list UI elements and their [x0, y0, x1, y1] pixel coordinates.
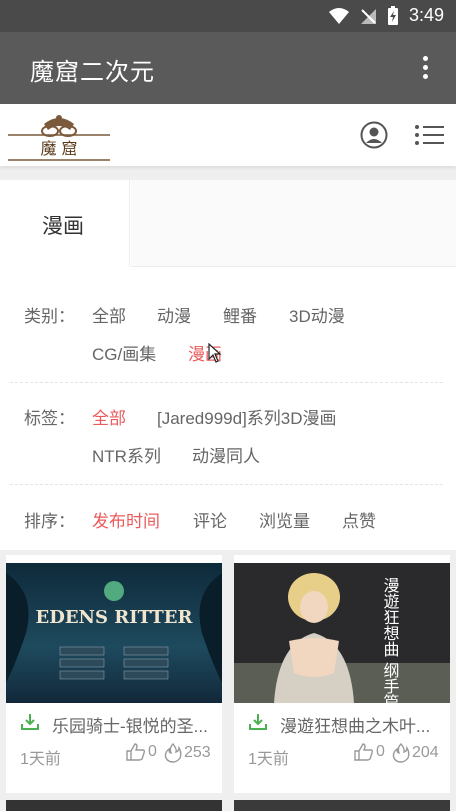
svg-text:EDENS RITTER: EDENS RITTER: [36, 607, 194, 628]
filter-panel: 漫画 类别： 全部 动漫 鲤番 3D动漫 CG/画集 漫画 标签： 全部 [Ja…: [0, 180, 456, 550]
card-title[interactable]: 漫遊狂想曲之木叶...: [280, 712, 430, 737]
card-likes[interactable]: 0: [354, 743, 385, 761]
likes-count: 0: [376, 743, 385, 760]
card-views: 253: [164, 743, 211, 763]
tag-option-active[interactable]: 全部: [92, 404, 126, 429]
list-menu-icon[interactable]: [414, 123, 444, 147]
flame-icon: [392, 743, 410, 763]
category-option[interactable]: 动漫: [157, 302, 191, 327]
sort-option[interactable]: 评论: [193, 507, 227, 532]
status-icons: 3:49: [328, 5, 444, 26]
card-time: 1天前: [248, 751, 289, 768]
app-bar: 魔窟二次元: [0, 32, 456, 104]
sort-label: 排序：: [24, 512, 75, 531]
card-thumbnail-partial[interactable]: [234, 800, 450, 811]
category-option[interactable]: 3D动漫: [289, 302, 345, 327]
overflow-menu-icon[interactable]: [420, 56, 430, 80]
video-card[interactable]: EDENS RITTER 乐园骑士-银悦的圣... 1天前 0 253: [6, 555, 222, 793]
card-title-row[interactable]: 乐园骑士-银悦的圣...: [20, 710, 216, 736]
views-count: 253: [184, 744, 211, 761]
category-option[interactable]: 全部: [92, 302, 126, 327]
site-header: 魔 窟: [0, 104, 456, 166]
tab-label: 漫画: [42, 215, 84, 238]
battery-charging-icon: [387, 5, 398, 25]
user-account-icon[interactable]: [360, 121, 388, 149]
thumbs-up-icon: [354, 743, 374, 761]
tag-option[interactable]: [Jared999d]系列3D漫画: [157, 404, 337, 429]
download-icon[interactable]: [248, 712, 268, 732]
views-count: 204: [412, 744, 439, 761]
card-likes[interactable]: 0: [126, 743, 157, 761]
card-thumbnail[interactable]: 漫遊狂想曲 纲手篇: [234, 563, 450, 703]
card-time: 1天前: [20, 751, 61, 768]
divider: [10, 484, 443, 485]
card-thumbnail-partial[interactable]: [6, 800, 222, 811]
sort-option[interactable]: 点赞: [342, 507, 376, 532]
tab-bar-empty: [131, 180, 456, 267]
category-option[interactable]: 鲤番: [223, 302, 257, 327]
tag-option[interactable]: NTR系列: [92, 442, 161, 467]
likes-count: 0: [148, 743, 157, 760]
status-bar: 3:49: [0, 0, 456, 32]
tag-label: 标签：: [24, 409, 75, 428]
sort-option[interactable]: 浏览量: [259, 507, 310, 532]
divider: [10, 382, 443, 383]
tab-manga[interactable]: 漫画: [0, 180, 130, 267]
flame-icon: [164, 743, 182, 763]
wifi-icon: [328, 7, 349, 24]
no-signal-icon: [360, 8, 376, 24]
svg-text:魔 窟: 魔 窟: [40, 139, 77, 158]
thumbs-up-icon: [126, 743, 146, 761]
category-label: 类别：: [24, 307, 75, 326]
tag-option[interactable]: 动漫同人: [192, 442, 260, 467]
clock: 3:49: [408, 5, 444, 25]
site-logo[interactable]: 魔 窟: [6, 108, 112, 163]
app-title: 魔窟二次元: [30, 59, 155, 86]
svg-text:漫遊狂想曲 纲手篇: 漫遊狂想曲 纲手篇: [381, 577, 400, 703]
sort-option-active[interactable]: 发布时间: [92, 507, 160, 532]
mouse-cursor-icon: [208, 343, 222, 363]
category-option[interactable]: CG/画集: [92, 340, 156, 365]
card-thumbnail[interactable]: EDENS RITTER: [6, 563, 222, 703]
card-title-row[interactable]: 漫遊狂想曲之木叶...: [248, 710, 444, 736]
download-icon[interactable]: [20, 712, 40, 732]
card-title[interactable]: 乐园骑士-银悦的圣...: [52, 712, 208, 737]
card-views: 204: [392, 743, 439, 763]
video-card[interactable]: 漫遊狂想曲 纲手篇 漫遊狂想曲之木叶... 1天前 0 204: [234, 555, 450, 793]
